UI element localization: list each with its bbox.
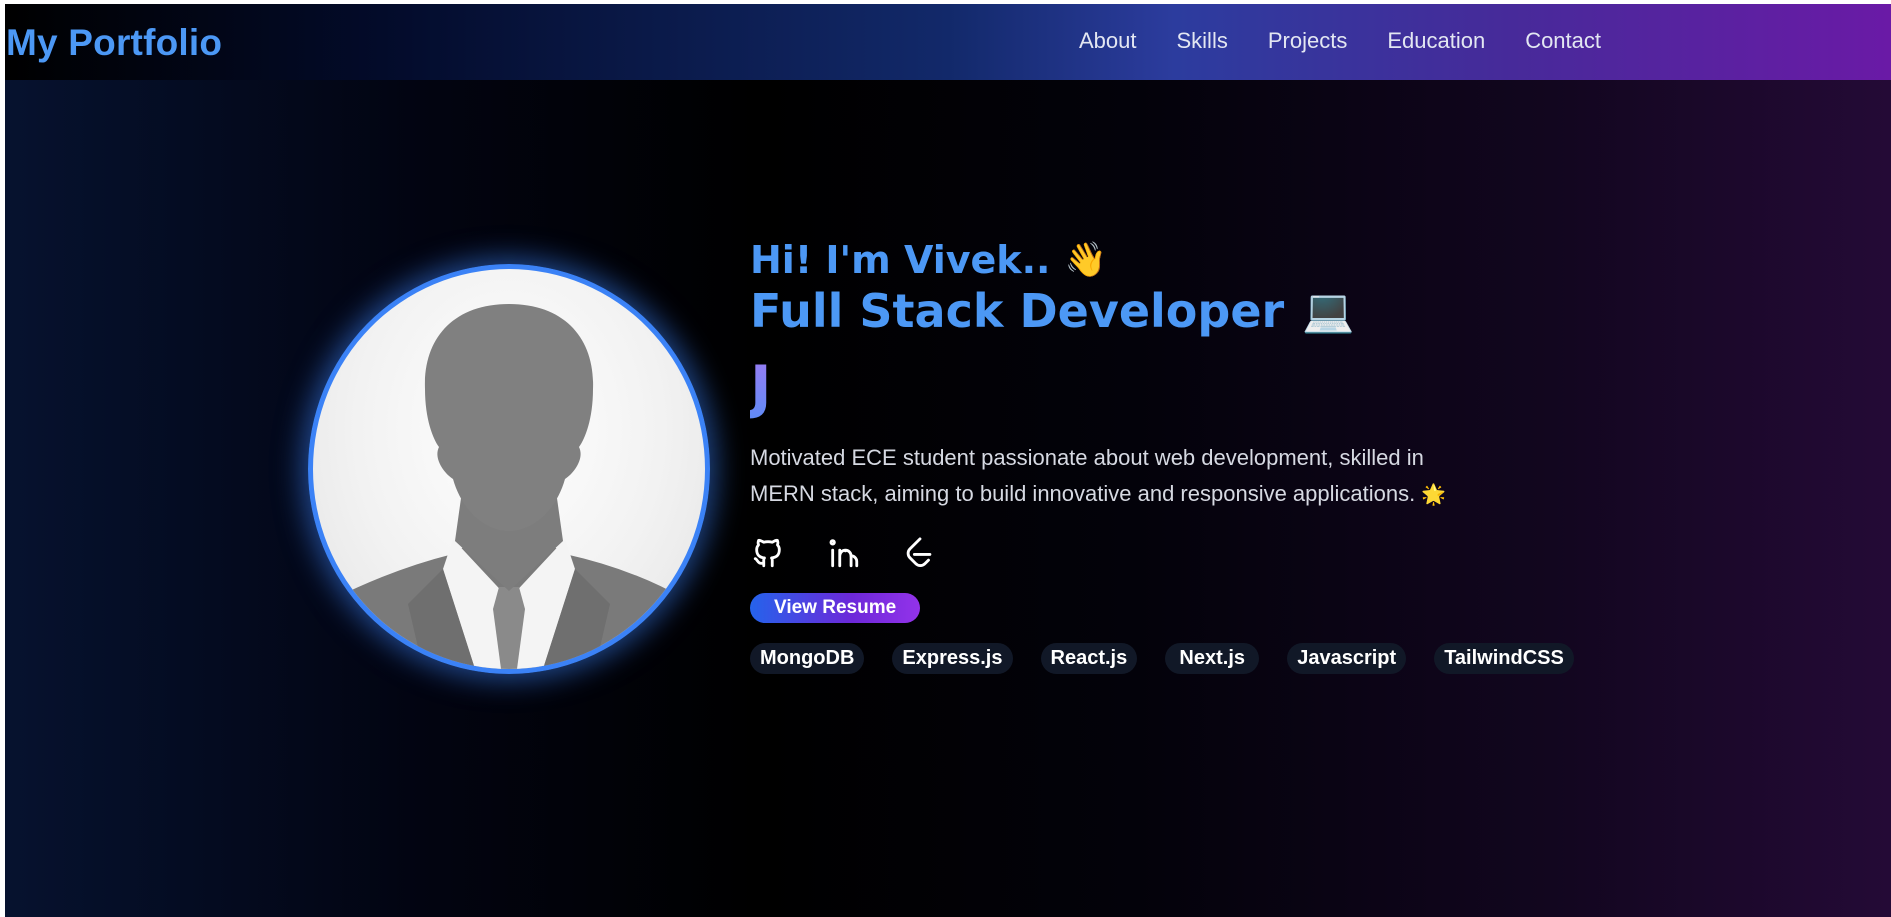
bio-line-1: Motivated ECE student passionate about w… xyxy=(750,445,1424,471)
waving-hand-icon: 👋 xyxy=(1064,240,1107,281)
glowing-star-icon: 🌟 xyxy=(1421,484,1447,507)
skill-tag-mongodb: MongoDB xyxy=(750,643,865,675)
github-link[interactable] xyxy=(750,535,786,571)
bio-paragraph: Motivated ECE student passionate about w… xyxy=(750,440,1510,513)
nav-link-about[interactable]: About xyxy=(1079,28,1137,54)
typing-text: J xyxy=(750,356,1650,420)
view-resume-button[interactable]: View Resume xyxy=(750,593,921,624)
skill-tags: MongoDB Express.js React.js Next.js Java… xyxy=(750,643,1650,675)
nav-link-education[interactable]: Education xyxy=(1387,28,1485,54)
navbar: My Portfolio About Skills Projects Educa… xyxy=(5,4,1891,80)
bio-line-2: MERN stack, aiming to build innovative a… xyxy=(750,481,1416,507)
skill-tag-reactjs: React.js xyxy=(1040,643,1138,675)
laptop-icon: 💻 xyxy=(1302,286,1355,335)
nav-links: About Skills Projects Education Contact xyxy=(1079,28,1601,54)
person-silhouette-icon xyxy=(333,304,685,669)
profile-avatar xyxy=(308,264,710,674)
linkedin-link[interactable] xyxy=(826,535,862,571)
leetcode-link[interactable] xyxy=(902,535,938,571)
github-icon xyxy=(753,539,781,568)
nav-link-skills[interactable]: Skills xyxy=(1177,28,1228,54)
skill-tag-expressjs: Express.js xyxy=(892,643,1013,675)
skill-tag-tailwindcss: TailwindCSS xyxy=(1434,643,1574,675)
brand-logo[interactable]: My Portfolio xyxy=(6,22,222,64)
nav-link-projects[interactable]: Projects xyxy=(1268,28,1347,54)
nav-link-contact[interactable]: Contact xyxy=(1525,28,1601,54)
page: My Portfolio About Skills Projects Educa… xyxy=(5,4,1891,917)
greeting-heading: Hi! I'm Vivek.. 👋 xyxy=(750,238,1650,282)
social-links xyxy=(750,535,1650,571)
greeting-text: Hi! I'm Vivek.. xyxy=(750,238,1051,282)
hero-section: Hi! I'm Vivek.. 👋 Full Stack Developer 💻… xyxy=(750,238,1650,675)
leetcode-icon xyxy=(906,537,932,568)
skill-tag-javascript: Javascript xyxy=(1287,643,1407,675)
skill-tag-nextjs: Next.js xyxy=(1165,643,1260,675)
linkedin-icon xyxy=(829,539,859,568)
role-heading: Full Stack Developer 💻 xyxy=(750,286,1650,337)
role-text: Full Stack Developer xyxy=(750,283,1285,338)
